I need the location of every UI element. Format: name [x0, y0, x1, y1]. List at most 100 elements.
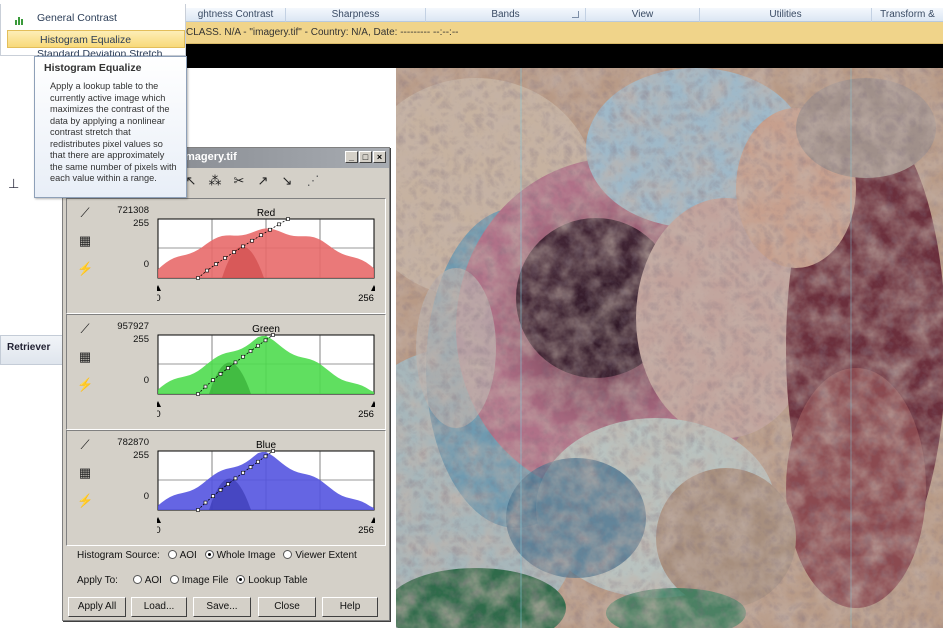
satellite-image-render	[396, 68, 943, 628]
histogram-chart-green[interactable]: Green 0 256	[157, 324, 375, 427]
lookup-point	[233, 476, 238, 481]
bands-label: Bands	[491, 9, 520, 20]
histogram-chart-blue[interactable]: Blue 0 256	[157, 440, 375, 543]
apply-all-button[interactable]: Apply All	[68, 597, 126, 617]
tooltip-title: Histogram Equalize	[44, 62, 142, 74]
lookup-point	[218, 372, 223, 376]
lookup-point	[203, 500, 208, 505]
retriever-label: Retriever	[7, 342, 51, 353]
chart-curve-icon[interactable]: ⟋	[77, 437, 93, 453]
lookup-point	[263, 454, 268, 459]
lookup-point	[241, 354, 245, 359]
curve-up-icon[interactable]: ↗	[253, 171, 273, 191]
lookup-point	[196, 508, 200, 512]
reset-icon[interactable]: ⚡	[77, 493, 93, 509]
histogram-title: Green	[252, 324, 280, 335]
x-max-label: 256	[358, 525, 374, 536]
lookup-point	[226, 482, 230, 486]
x-min-label: 0	[157, 525, 161, 536]
x-max-label: 256	[358, 293, 374, 304]
tooltip-body: Apply a lookup table to the currently ac…	[50, 81, 177, 183]
y-max-label: 255	[133, 334, 149, 345]
minimize-button[interactable]: _	[345, 151, 358, 163]
node-icon[interactable]: ⁂	[205, 171, 225, 191]
lookup-point	[248, 349, 253, 354]
apply-to-label: Apply To:	[77, 575, 118, 586]
retriever-tab[interactable]: Retriever	[0, 335, 66, 365]
hs-whole-image-radio[interactable]	[204, 550, 214, 559]
at-lookup-table-label: Lookup Table	[248, 575, 308, 586]
lookup-point	[241, 470, 245, 475]
curve-down-icon[interactable]: ↘	[277, 171, 297, 191]
dashed-line-icon[interactable]: ⋰	[303, 171, 323, 191]
x-max-label: 256	[358, 409, 374, 420]
hs-aoi-radio[interactable]	[167, 550, 177, 559]
min-slider-icon	[157, 401, 161, 407]
table-icon[interactable]: ▦	[77, 465, 93, 481]
lookup-point	[250, 238, 254, 243]
maximize-button[interactable]: □	[359, 151, 372, 163]
reset-icon[interactable]: ⚡	[77, 377, 93, 393]
lookup-point	[223, 256, 227, 260]
lookup-point	[241, 244, 245, 249]
table-icon[interactable]: ▦	[77, 349, 93, 365]
max-slider-icon	[371, 517, 375, 523]
satellite-image[interactable]	[396, 68, 943, 628]
chart-curve-icon[interactable]: ⟋	[77, 321, 93, 337]
lookup-point	[259, 233, 263, 238]
lookup-point	[232, 250, 236, 254]
histogram-panel-red: ⟋ ▦ ⚡ 721308 255 0 Red 0 256	[66, 198, 386, 314]
at-lookup-table-radio[interactable]	[236, 575, 246, 584]
reset-icon[interactable]: ⚡	[77, 261, 93, 277]
menu-item-histogram-equalize[interactable]: Histogram Equalize	[7, 30, 185, 48]
save-button[interactable]: Save...	[193, 597, 251, 617]
lookup-point	[248, 465, 253, 470]
dialog-title: magery.tif	[185, 151, 237, 163]
hs-viewer-extent-radio[interactable]	[283, 550, 293, 559]
lookup-point	[233, 360, 238, 365]
viewer-background	[186, 44, 943, 68]
close-window-button[interactable]: ×	[373, 151, 386, 163]
ribbon-group-utilities[interactable]: Utilities	[700, 8, 872, 22]
ribbon-group-bands[interactable]: Bands	[426, 8, 586, 22]
y-zero-label: 0	[143, 259, 149, 270]
histogram-panel-green: ⟋ ▦ ⚡ 957927 255 0 Green 0 256	[66, 314, 386, 430]
ribbon-group-transform[interactable]: Transform &	[872, 8, 943, 22]
chart-curve-icon[interactable]: ⟋	[77, 205, 93, 221]
menu-item-general-contrast-label: General Contrast	[37, 12, 117, 24]
at-aoi-label: AOI	[144, 575, 162, 586]
at-image-file-radio[interactable]	[169, 575, 179, 584]
load-button[interactable]: Load...	[131, 597, 187, 617]
lookup-point	[226, 366, 230, 370]
dialog-launcher-icon[interactable]	[572, 11, 579, 18]
lookup-point	[196, 276, 200, 280]
lookup-point	[256, 343, 260, 348]
menu-item-general-contrast[interactable]: General Contrast	[5, 9, 185, 27]
ribbon-group-brightness-contrast[interactable]: ghtness Contrast	[186, 8, 286, 22]
ribbon-group-view[interactable]: View	[586, 8, 700, 22]
contrast-dropdown-menu: General Contrast Histogram Equalize Stan…	[0, 4, 186, 58]
at-aoi-radio[interactable]	[132, 575, 142, 584]
ribbon-group-sharpness[interactable]: Sharpness	[286, 8, 426, 22]
histogram-source-row: Histogram Source: AOI Whole Image Viewer…	[77, 550, 357, 561]
lookup-point	[214, 262, 218, 266]
lookup-point	[218, 488, 223, 492]
help-button[interactable]: Help	[322, 597, 378, 617]
close-button[interactable]: Close	[258, 597, 316, 617]
lookup-point	[203, 384, 208, 389]
y-zero-label: 0	[143, 491, 149, 502]
table-icon[interactable]: ▦	[77, 233, 93, 249]
min-slider-icon	[157, 517, 161, 523]
at-image-file-label: Image File	[181, 575, 229, 586]
apply-to-row: Apply To: AOI Image File Lookup Table	[77, 575, 308, 586]
lookup-point	[256, 459, 260, 464]
y-max-label: 255	[133, 218, 149, 229]
lookup-point	[205, 268, 209, 273]
lookup-point	[286, 217, 290, 221]
lookup-point	[268, 227, 272, 232]
hs-viewer-extent-label: Viewer Extent	[295, 550, 357, 561]
histogram-chart-red[interactable]: Red 0 256	[157, 208, 375, 311]
lookup-point	[211, 494, 215, 498]
scissors-icon[interactable]: ✂	[229, 171, 249, 191]
lookup-point	[277, 222, 281, 227]
